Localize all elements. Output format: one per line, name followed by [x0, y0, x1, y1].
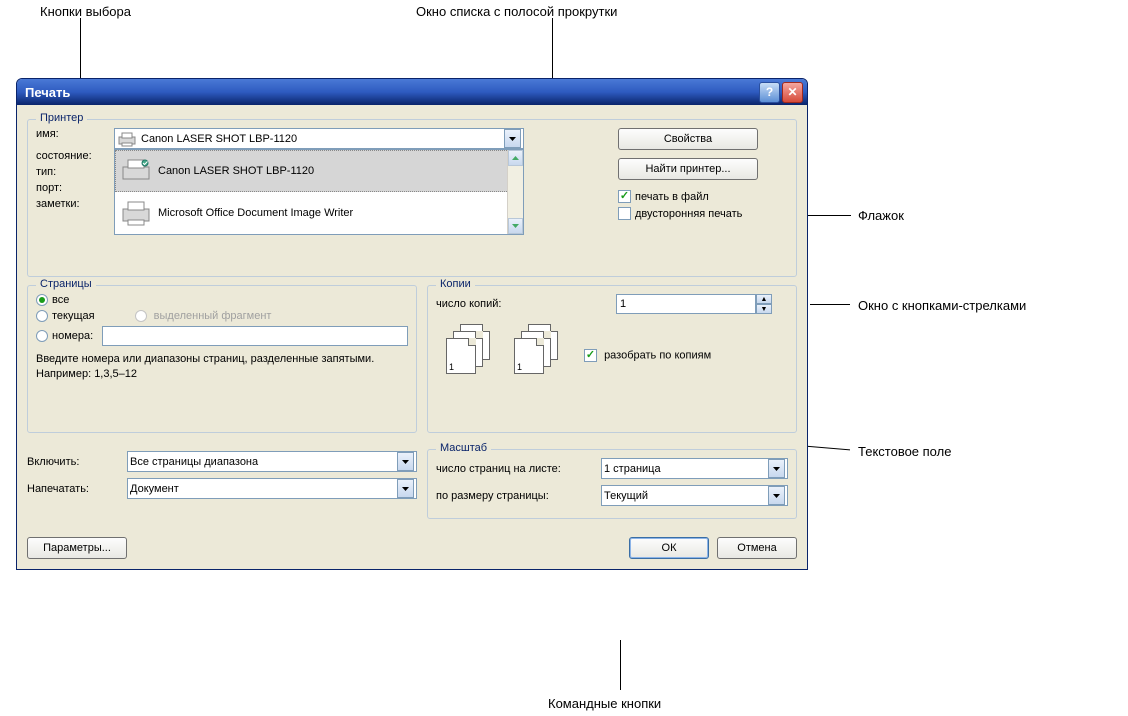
copies-count-label: число копий: — [436, 298, 616, 310]
copies-group: Копии число копий: ▲ ▼ 1 — [427, 285, 797, 433]
copies-legend: Копии — [436, 278, 475, 290]
pages-legend: Страницы — [36, 278, 96, 290]
pages-selection-radio — [135, 310, 147, 322]
pages-per-sheet-label: число страниц на листе: — [436, 463, 601, 475]
spin-up-icon[interactable]: ▲ — [756, 294, 772, 304]
annotation-checkbox: Флажок — [858, 208, 904, 223]
params-button[interactable]: Параметры... — [27, 537, 127, 559]
pages-numbers-label: номера: — [52, 330, 102, 342]
fit-size-label: по размеру страницы: — [436, 490, 601, 502]
printer-selected-name: Canon LASER SHOT LBP-1120 — [141, 133, 297, 145]
scale-legend: Масштаб — [436, 442, 491, 454]
spin-down-icon[interactable]: ▼ — [756, 304, 772, 314]
print-what-combo[interactable]: Документ — [127, 478, 417, 499]
fit-size-value: Текущий — [604, 490, 648, 502]
printer-notes-label: заметки: — [36, 198, 80, 210]
dialog-title: Печать — [25, 85, 757, 100]
printer-state-label: состояние: — [36, 150, 92, 162]
printer-icon — [117, 131, 137, 147]
collate-label: разобрать по копиям — [604, 349, 711, 361]
fit-size-combo[interactable]: Текущий — [601, 485, 788, 506]
close-button[interactable]: ✕ — [782, 82, 803, 103]
annotation-list-scrollbar: Окно списка с полосой прокрутки — [416, 4, 617, 19]
pages-all-label: все — [52, 294, 69, 306]
callout-line — [810, 304, 850, 305]
pages-all-radio[interactable] — [36, 294, 48, 306]
cancel-button[interactable]: Отмена — [717, 537, 797, 559]
scroll-down-icon[interactable] — [508, 218, 523, 234]
printer-name-label: имя: — [36, 128, 59, 140]
printer-option-0[interactable]: Canon LASER SHOT LBP-1120 — [115, 150, 523, 192]
printer-combo[interactable]: Canon LASER SHOT LBP-1120 Canon LASER SH… — [114, 128, 524, 149]
combo-arrow-icon[interactable] — [504, 129, 521, 148]
include-combo[interactable]: Все страницы диапазона — [127, 451, 417, 472]
titlebar[interactable]: Печать ? ✕ — [17, 79, 807, 105]
pages-numbers-radio[interactable] — [36, 330, 48, 342]
chevron-down-icon[interactable] — [397, 452, 414, 471]
pages-current-label: текущая — [52, 310, 95, 322]
pages-per-sheet-combo[interactable]: 1 страница — [601, 458, 788, 479]
duplex-checkbox[interactable] — [618, 207, 631, 220]
pages-per-sheet-value: 1 страница — [604, 463, 661, 475]
printer-icon — [120, 199, 152, 227]
printer-type-label: тип: — [36, 166, 56, 178]
print-to-file-checkbox[interactable] — [618, 190, 631, 203]
callout-line — [620, 640, 621, 690]
pages-selection-label: выделенный фрагмент — [154, 310, 272, 322]
annotation-command-buttons: Командные кнопки — [548, 696, 661, 711]
annotation-textfield: Текстовое поле — [858, 444, 951, 459]
collate-illustration: 1 1 1 1 1 1 — [446, 324, 564, 374]
print-what-label: Напечатать: — [27, 483, 127, 495]
print-dialog: Печать ? ✕ Принтер имя: состояние: тип: … — [16, 78, 808, 570]
collate-checkbox[interactable] — [584, 349, 597, 362]
print-what-value: Документ — [130, 483, 179, 495]
scroll-up-icon[interactable] — [508, 150, 523, 166]
printer-port-label: порт: — [36, 182, 62, 194]
printer-option-label: Canon LASER SHOT LBP-1120 — [158, 165, 314, 177]
properties-button[interactable]: Свойства — [618, 128, 758, 150]
include-value: Все страницы диапазона — [130, 456, 258, 468]
printer-option-label: Microsoft Office Document Image Writer — [158, 207, 353, 219]
include-label: Включить: — [27, 456, 127, 468]
duplex-label: двусторонняя печать — [635, 208, 742, 220]
printer-group: Принтер имя: состояние: тип: порт: замет… — [27, 119, 797, 277]
annotation-radio-buttons: Кнопки выбора — [40, 4, 131, 19]
printer-legend: Принтер — [36, 112, 87, 124]
printer-option-1[interactable]: Microsoft Office Document Image Writer — [115, 192, 523, 234]
chevron-down-icon[interactable] — [397, 479, 414, 498]
copies-count-input[interactable] — [616, 294, 756, 314]
pages-hint: Введите номера или диапазоны страниц, ра… — [36, 352, 408, 383]
ok-button[interactable]: ОК — [629, 537, 709, 559]
chevron-down-icon[interactable] — [768, 486, 785, 505]
chevron-down-icon[interactable] — [768, 459, 785, 478]
printer-icon — [120, 157, 152, 185]
page-numbers-input[interactable] — [102, 326, 408, 346]
printer-dropdown-list[interactable]: Canon LASER SHOT LBP-1120 Microsoft Offi… — [114, 149, 524, 235]
find-printer-button[interactable]: Найти принтер... — [618, 158, 758, 180]
help-button[interactable]: ? — [759, 82, 780, 103]
annotation-spinner: Окно с кнопками-стрелками — [858, 298, 1026, 313]
scale-group: Масштаб число страниц на листе: 1 страни… — [427, 449, 797, 519]
dropdown-scrollbar[interactable] — [507, 150, 523, 234]
pages-current-radio[interactable] — [36, 310, 48, 322]
print-to-file-label: печать в файл — [635, 191, 709, 203]
pages-group: Страницы все текущая выделенный фрагмент… — [27, 285, 417, 433]
